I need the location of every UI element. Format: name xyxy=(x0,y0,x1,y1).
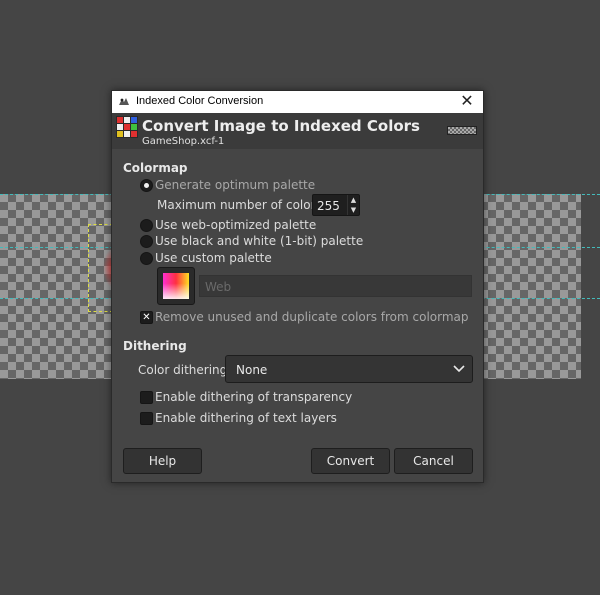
max-colors-spinbox[interactable]: 255 ▲ ▼ xyxy=(312,194,360,216)
generate-optimum-label[interactable]: Generate optimum palette xyxy=(155,178,315,192)
custom-palette-radio[interactable] xyxy=(140,252,153,265)
palette-name-field: Web xyxy=(199,275,472,297)
remove-unused-checkbox[interactable]: ✕ xyxy=(140,311,153,324)
help-button[interactable]: Help xyxy=(123,448,202,474)
black-white-label[interactable]: Use black and white (1-bit) palette xyxy=(155,234,363,248)
close-icon[interactable]: ✕ xyxy=(457,92,477,112)
window-title: Indexed Color Conversion xyxy=(136,95,264,107)
color-dithering-label: Color dithering: xyxy=(138,363,232,377)
chevron-up-icon[interactable]: ▲ xyxy=(351,196,356,204)
generate-optimum-radio[interactable] xyxy=(140,179,153,192)
web-optimized-label[interactable]: Use web-optimized palette xyxy=(155,218,316,232)
spin-arrows[interactable]: ▲ ▼ xyxy=(347,195,359,215)
window-titlebar[interactable]: Indexed Color Conversion ✕ xyxy=(112,91,483,113)
custom-palette-label[interactable]: Use custom palette xyxy=(155,251,272,265)
dither-text-layers-label[interactable]: Enable dithering of text layers xyxy=(155,411,337,425)
remove-unused-label[interactable]: Remove unused and duplicate colors from … xyxy=(155,310,469,324)
colormap-section-title: Colormap xyxy=(123,161,188,175)
black-white-radio[interactable] xyxy=(140,235,153,248)
dither-transparency-checkbox[interactable] xyxy=(140,391,153,404)
dither-text-layers-checkbox[interactable] xyxy=(140,412,153,425)
max-colors-label: Maximum number of colors: xyxy=(157,198,326,212)
chevron-down-icon[interactable]: ▼ xyxy=(351,206,356,214)
gimp-icon xyxy=(119,98,129,105)
indexed-colors-icon xyxy=(116,116,138,138)
max-colors-value[interactable]: 255 xyxy=(317,199,340,213)
indexed-color-conversion-dialog: Indexed Color Conversion ✕ Convert Image… xyxy=(111,90,484,483)
chevron-down-icon xyxy=(453,365,465,373)
color-dithering-dropdown[interactable]: None xyxy=(225,355,473,383)
image-name: GameShop.xcf-1 xyxy=(142,136,225,147)
color-dithering-value: None xyxy=(236,363,268,377)
dither-transparency-label[interactable]: Enable dithering of transparency xyxy=(155,390,352,404)
palette-preview xyxy=(163,273,189,299)
dialog-header: Convert Image to Indexed Colors GameShop… xyxy=(112,113,483,149)
convert-button[interactable]: Convert xyxy=(311,448,390,474)
palette-select-button[interactable] xyxy=(157,267,195,305)
web-optimized-radio[interactable] xyxy=(140,219,153,232)
image-thumbnail xyxy=(447,126,477,135)
cancel-button[interactable]: Cancel xyxy=(394,448,473,474)
dialog-heading: Convert Image to Indexed Colors xyxy=(142,117,420,135)
dithering-section-title: Dithering xyxy=(123,339,187,353)
